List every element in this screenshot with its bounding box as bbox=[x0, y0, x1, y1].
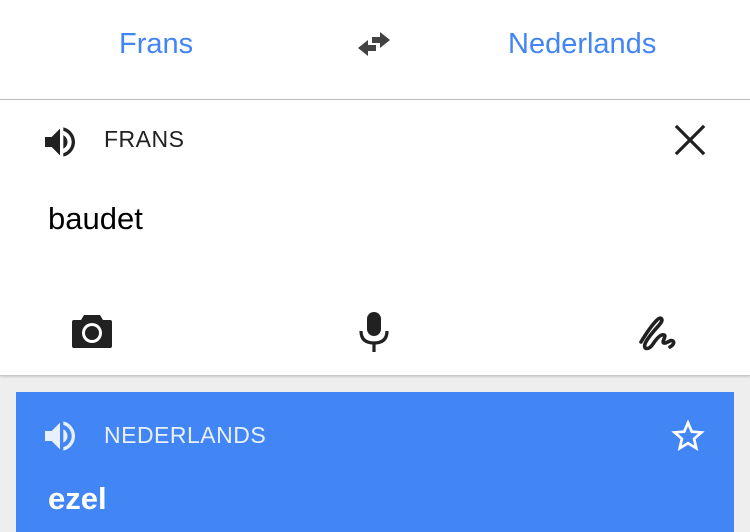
target-language-label: NEDERLANDS bbox=[104, 422, 267, 448]
camera-icon bbox=[72, 315, 112, 348]
language-bar: Frans Nederlands bbox=[0, 0, 750, 100]
star-outline-icon bbox=[671, 419, 705, 451]
swap-languages-button[interactable] bbox=[354, 28, 394, 60]
output-card[interactable]: NEDERLANDS ezel bbox=[16, 392, 734, 532]
source-language-label: FRANS bbox=[104, 126, 185, 152]
target-speak-button[interactable] bbox=[40, 416, 80, 456]
swap-horiz-icon bbox=[358, 32, 390, 56]
microphone-button[interactable] bbox=[356, 310, 392, 354]
volume-up-icon bbox=[45, 421, 75, 451]
target-language-button[interactable]: Nederlands bbox=[508, 27, 656, 61]
volume-up-icon bbox=[45, 127, 75, 157]
input-card: FRANS baudet bbox=[0, 100, 750, 376]
clear-input-button[interactable] bbox=[674, 124, 706, 156]
mic-icon bbox=[359, 312, 389, 352]
translation-text: ezel bbox=[48, 481, 107, 516]
source-speak-button[interactable] bbox=[40, 122, 80, 162]
handwriting-button[interactable] bbox=[635, 310, 679, 354]
handwriting-icon bbox=[639, 316, 676, 351]
camera-button[interactable] bbox=[70, 309, 114, 353]
save-phrase-button[interactable] bbox=[668, 416, 708, 456]
close-icon bbox=[674, 124, 706, 156]
source-language-button[interactable]: Frans bbox=[119, 27, 193, 61]
input-text[interactable]: baudet bbox=[48, 201, 143, 237]
